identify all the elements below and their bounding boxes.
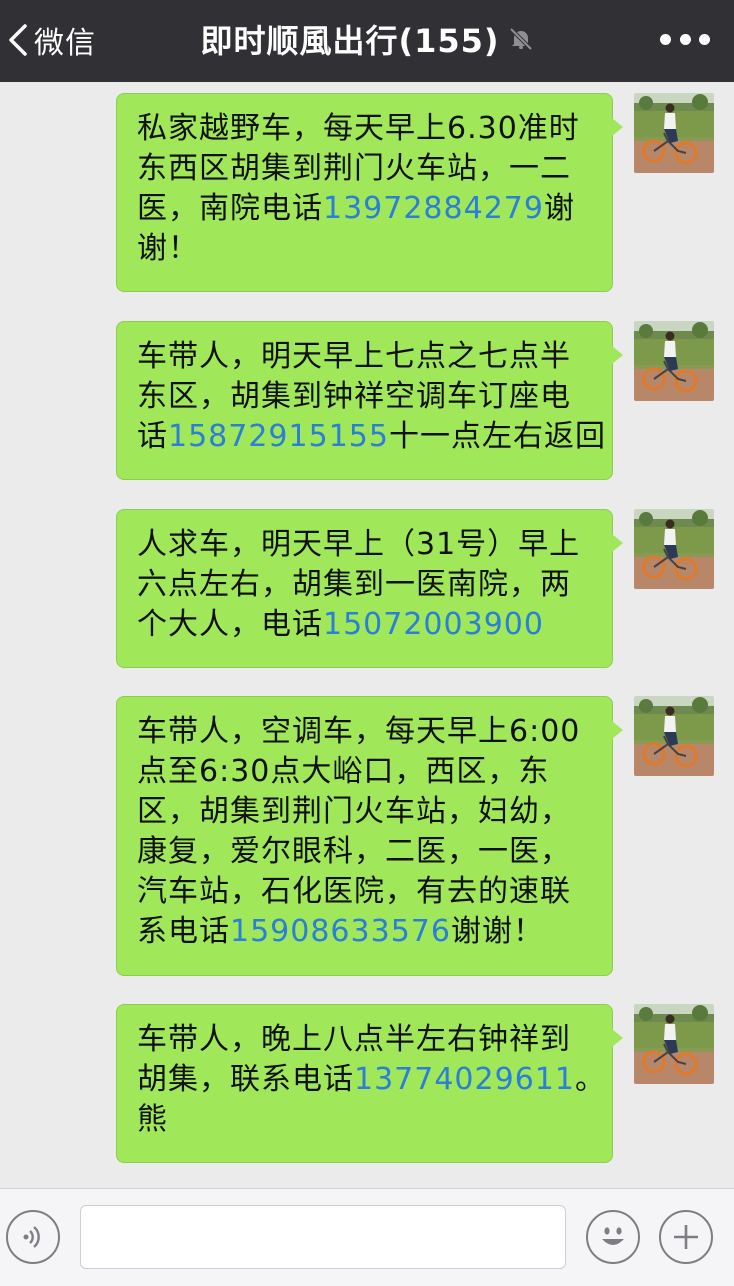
message-text: 十一点左右返回 bbox=[388, 419, 606, 454]
message-text: 车带人，晚上八点半左右钟祥到 bbox=[137, 1022, 571, 1057]
message-line: 私家越野车，每天早上6.30准时 bbox=[137, 109, 594, 149]
message-text: 汽车站，石化医院，有去的速联 bbox=[137, 874, 571, 909]
more-dots-icon bbox=[660, 33, 671, 45]
avatar-photo bbox=[634, 509, 714, 589]
message-text: 人求车，明天早上（31号）早上 bbox=[137, 527, 581, 562]
message-text: 个大人，电话 bbox=[137, 607, 323, 642]
plus-button[interactable] bbox=[659, 1210, 713, 1264]
message-line: 东区，胡集到钟祥空调车订座电 bbox=[137, 377, 594, 417]
chat-title: 即时顺風出行(155) bbox=[200, 22, 500, 60]
message-text: 区，胡集到荆门火车站，妇幼， bbox=[137, 794, 571, 829]
message-text: 东西区胡集到荆门火车站，一二 bbox=[137, 151, 571, 186]
message-line: 区，胡集到荆门火车站，妇幼， bbox=[137, 792, 594, 832]
avatar[interactable] bbox=[634, 93, 714, 173]
message-line: 胡集，联系电话13774029611。 bbox=[137, 1060, 605, 1100]
emoji-icon bbox=[602, 1227, 624, 1245]
message-line: 六点左右，胡集到一医南院，两 bbox=[137, 565, 594, 605]
message-bubble[interactable]: 私家越野车，每天早上6.30准时 东西区胡集到荆门火车站，一二 医，南院电话1397… bbox=[116, 93, 623, 292]
message-text: 点至6:30点大峪口，西区，东 bbox=[137, 754, 550, 789]
message-line: 汽车站，石化医院，有去的速联 bbox=[137, 872, 594, 912]
phone-link[interactable]: 13972884279 bbox=[323, 191, 544, 226]
message-line: 东西区胡集到荆门火车站，一二 bbox=[137, 149, 594, 189]
message-bubble[interactable]: 车带人，明天早上七点之七点半 东区，胡集到钟祥空调车订座电 话15872915155… bbox=[116, 321, 623, 480]
voice-button[interactable] bbox=[6, 1210, 60, 1264]
chat-screen: 微信 即时顺風出行(155) 私家越野车，每天早上6.30准时 东西区胡集到荆门火… bbox=[0, 0, 734, 1286]
message-line: 车带人，晚上八点半左右钟祥到 bbox=[137, 1020, 594, 1060]
title-group: 即时顺風出行(155) bbox=[0, 16, 734, 62]
message-list[interactable]: 私家越野车，每天早上6.30准时 东西区胡集到荆门火车站，一二 医，南院电话1397… bbox=[0, 82, 734, 1188]
avatar[interactable] bbox=[634, 696, 714, 776]
message-line: 熊 bbox=[137, 1100, 594, 1140]
avatar-photo bbox=[634, 1004, 714, 1084]
voice-icon bbox=[23, 1226, 40, 1248]
message-text: 谢谢！ bbox=[450, 914, 544, 949]
avatar[interactable] bbox=[634, 321, 714, 401]
avatar-photo bbox=[634, 93, 714, 173]
input-toolbar bbox=[0, 1188, 734, 1286]
message-line: 谢！ bbox=[137, 229, 594, 269]
message-line: 车带人，空调车，每天早上6:00 bbox=[137, 712, 594, 752]
message-line: 康复，爱尔眼科，二医，一医， bbox=[137, 832, 594, 872]
message-text: 话 bbox=[137, 419, 168, 454]
bell-slash-icon bbox=[509, 27, 532, 51]
message-text: 东区，胡集到钟祥空调车订座电 bbox=[137, 379, 571, 414]
avatar[interactable] bbox=[634, 1004, 714, 1084]
message-bubble[interactable]: 车带人，空调车，每天早上6:00 点至6:30点大峪口，西区，东 区，胡集到荆门火车… bbox=[116, 696, 623, 976]
phone-link[interactable]: 15872915155 bbox=[168, 419, 389, 454]
message-text: 谢！ bbox=[137, 231, 199, 266]
message-line: 个大人，电话15072003900 bbox=[137, 605, 594, 645]
message-line: 系电话15908633576谢谢！ bbox=[137, 912, 594, 952]
avatar-photo bbox=[634, 696, 714, 776]
message-text: 私家越野车，每天早上6.30准时 bbox=[137, 111, 580, 146]
plus-icon bbox=[674, 1225, 698, 1249]
emoji-button[interactable] bbox=[586, 1210, 640, 1264]
phone-link[interactable]: 15908633576 bbox=[230, 914, 451, 949]
message-text: 系电话 bbox=[137, 914, 230, 949]
message-text: 谢 bbox=[543, 191, 575, 226]
message-text: 医，南院电话 bbox=[137, 191, 323, 226]
avatar-photo bbox=[634, 321, 714, 401]
message-line: 医，南院电话13972884279谢 bbox=[137, 189, 594, 229]
message-line: 车带人，明天早上七点之七点半 bbox=[137, 337, 594, 377]
message-text: 六点左右，胡集到一医南院，两 bbox=[137, 567, 571, 602]
message-line: 点至6:30点大峪口，西区，东 bbox=[137, 752, 594, 792]
message-text: 车带人，明天早上七点之七点半 bbox=[137, 339, 571, 374]
message-bubble[interactable]: 车带人，晚上八点半左右钟祥到 胡集，联系电话13774029611。熊 bbox=[116, 1004, 623, 1163]
message-line: 话15872915155十一点左右返回 bbox=[137, 417, 605, 457]
message-text: 熊 bbox=[137, 1102, 168, 1137]
message-text: 胡集，联系电话 bbox=[137, 1062, 354, 1097]
avatar[interactable] bbox=[634, 509, 714, 589]
message-input[interactable] bbox=[80, 1205, 566, 1269]
more-button[interactable] bbox=[660, 30, 710, 48]
message-text: 车带人，空调车，每天早上6:00 bbox=[137, 714, 581, 749]
phone-link[interactable]: 13774029611 bbox=[354, 1062, 575, 1097]
message-line: 人求车，明天早上（31号）早上 bbox=[137, 525, 594, 565]
message-text: 康复，爱尔眼科，二医，一医， bbox=[137, 834, 571, 869]
message-bubble[interactable]: 人求车，明天早上（31号）早上 六点左右，胡集到一医南院，两 个大人，电话15072… bbox=[116, 509, 623, 668]
nav-header: 微信 即时顺風出行(155) bbox=[0, 0, 734, 82]
message-text: 。 bbox=[574, 1062, 606, 1097]
phone-link[interactable]: 15072003900 bbox=[323, 607, 544, 642]
